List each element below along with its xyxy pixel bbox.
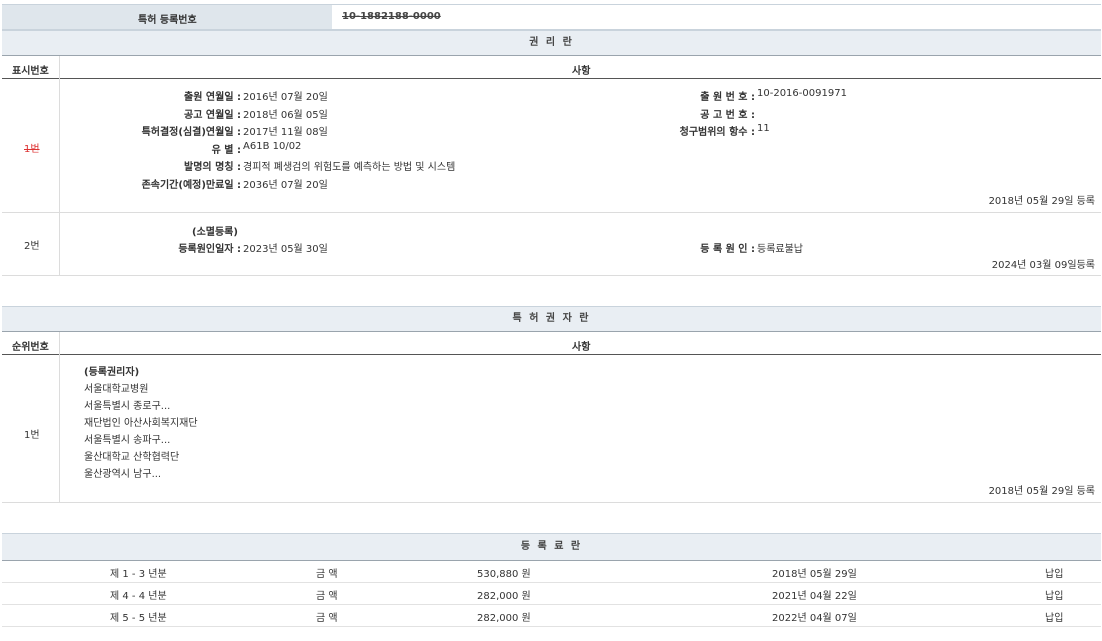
- extinction-kind: (소멸등록): [192, 223, 238, 238]
- rights-entry-2: 2번 (소멸등록) 등록원인일자 : 2023년 05월 30일 등 록 원 인…: [2, 213, 1101, 276]
- holder-line-3: 재단법인 아산사회복지재단: [84, 414, 198, 429]
- rights-entry-1-no: 1번: [24, 140, 40, 155]
- pub-date-value: 2018년 06월 05일: [243, 106, 328, 121]
- rights-col-item: 사항: [572, 62, 590, 77]
- title-label: 발명의 명칭 :: [184, 158, 241, 173]
- decision-date-label: 특허결정(심결)연월일 :: [142, 123, 241, 138]
- holder-line-5: 울산대학교 산학협력단: [84, 448, 179, 463]
- fee-period: 제 1 - 3 년분: [110, 565, 167, 580]
- fee-period: 제 5 - 5 년분: [110, 609, 167, 624]
- fee-amount: 282,000 원: [477, 609, 531, 624]
- patent-number-label: 특허 등록번호: [138, 11, 197, 26]
- holders-col-no: 순위번호: [12, 338, 49, 353]
- holder-line-4: 서울특별시 송파구...: [84, 431, 170, 446]
- app-date-label: 출원 연월일 :: [184, 88, 241, 103]
- rights-col-no: 표시번호: [12, 62, 49, 77]
- rights-entry-1-registered: 2018년 05월 29일 등록: [989, 192, 1095, 207]
- patent-number-value: 10-1882188-0000: [342, 11, 441, 22]
- fee-status: 납입: [1045, 587, 1063, 602]
- pub-date-label: 공고 연월일 :: [184, 106, 241, 121]
- app-no-value: 10-2016-0091971: [757, 88, 847, 99]
- holders-entry-1: 1번 (등록권리자) 서울대학교병원 서울특별시 종로구... 재단법인 아산사…: [2, 356, 1101, 503]
- fee-row: 제 4 - 4 년분 금 액 282,000 원 2021년 04월 22일 납…: [2, 583, 1101, 605]
- fee-amount-label: 금 액: [316, 565, 338, 580]
- holder-line-2: 서울특별시 종로구...: [84, 397, 170, 412]
- holders-col-item: 사항: [572, 338, 590, 353]
- expiry-label: 존속기간(예정)만료일 :: [142, 176, 241, 191]
- holders-entry-1-no: 1번: [24, 426, 40, 441]
- claims-value: 11: [757, 123, 770, 134]
- cause-value: 등록료불납: [757, 240, 803, 255]
- fees-section-header: 등 록 료 란: [2, 533, 1101, 561]
- rights-section-header: 권 리 란: [2, 30, 1101, 56]
- holder-line-6: 울산광역시 남구...: [84, 465, 161, 480]
- fees-section-title: 등 록 료 란: [2, 534, 1101, 560]
- pub-no-label: 공 고 번 호 :: [700, 106, 755, 121]
- holders-column-header: 순위번호 사항: [2, 332, 1101, 355]
- fee-period: 제 4 - 4 년분: [110, 587, 167, 602]
- decision-date-value: 2017년 11월 08일: [243, 123, 328, 138]
- app-date-value: 2016년 07월 20일: [243, 88, 328, 103]
- claims-label: 청구범위의 항수 :: [680, 123, 755, 138]
- fee-status: 납입: [1045, 565, 1063, 580]
- class-value: A61B 10/02: [243, 141, 301, 152]
- rights-column-header: 표시번호 사항: [2, 56, 1101, 79]
- title-value: 경피적 폐생검의 위험도를 예측하는 방법 및 시스템: [243, 158, 455, 173]
- rights-entry-2-no: 2번: [24, 237, 40, 252]
- fee-row: 제 5 - 5 년분 금 액 282,000 원 2022년 04월 07일 납…: [2, 605, 1101, 627]
- fee-date: 2021년 04월 22일: [772, 587, 857, 602]
- rights-section-title: 권 리 란: [2, 31, 1101, 55]
- cause-date-label: 등록원인일자 :: [178, 240, 241, 255]
- fee-date: 2022년 04월 07일: [772, 609, 857, 624]
- holders-section-header: 특 허 권 자 란: [2, 306, 1101, 332]
- holders-section-title: 특 허 권 자 란: [2, 307, 1101, 331]
- holder-line-0: (등록권리자): [84, 363, 139, 378]
- holder-line-1: 서울대학교병원: [84, 380, 148, 395]
- fee-amount: 530,880 원: [477, 565, 531, 580]
- fee-amount-label: 금 액: [316, 587, 338, 602]
- expiry-value: 2036년 07월 20일: [243, 176, 328, 191]
- rights-entry-2-registered: 2024년 03월 09일등록: [992, 256, 1095, 271]
- fee-date: 2018년 05월 29일: [772, 565, 857, 580]
- patent-number-row: 특허 등록번호 10-1882188-0000: [2, 4, 1101, 30]
- fee-amount: 282,000 원: [477, 587, 531, 602]
- cause-label: 등 록 원 인 :: [700, 240, 755, 255]
- class-label: 유 별 :: [212, 141, 241, 156]
- rights-entry-1: 1번 출원 연월일 : 2016년 07월 20일 공고 연월일 : 2018년…: [2, 80, 1101, 213]
- fee-row: 제 1 - 3 년분 금 액 530,880 원 2018년 05월 29일 납…: [2, 561, 1101, 583]
- fee-amount-label: 금 액: [316, 609, 338, 624]
- holders-entry-1-registered: 2018년 05월 29일 등록: [989, 482, 1095, 497]
- cause-date-value: 2023년 05월 30일: [243, 240, 328, 255]
- fee-status: 납입: [1045, 609, 1063, 624]
- app-no-label: 출 원 번 호 :: [700, 88, 755, 103]
